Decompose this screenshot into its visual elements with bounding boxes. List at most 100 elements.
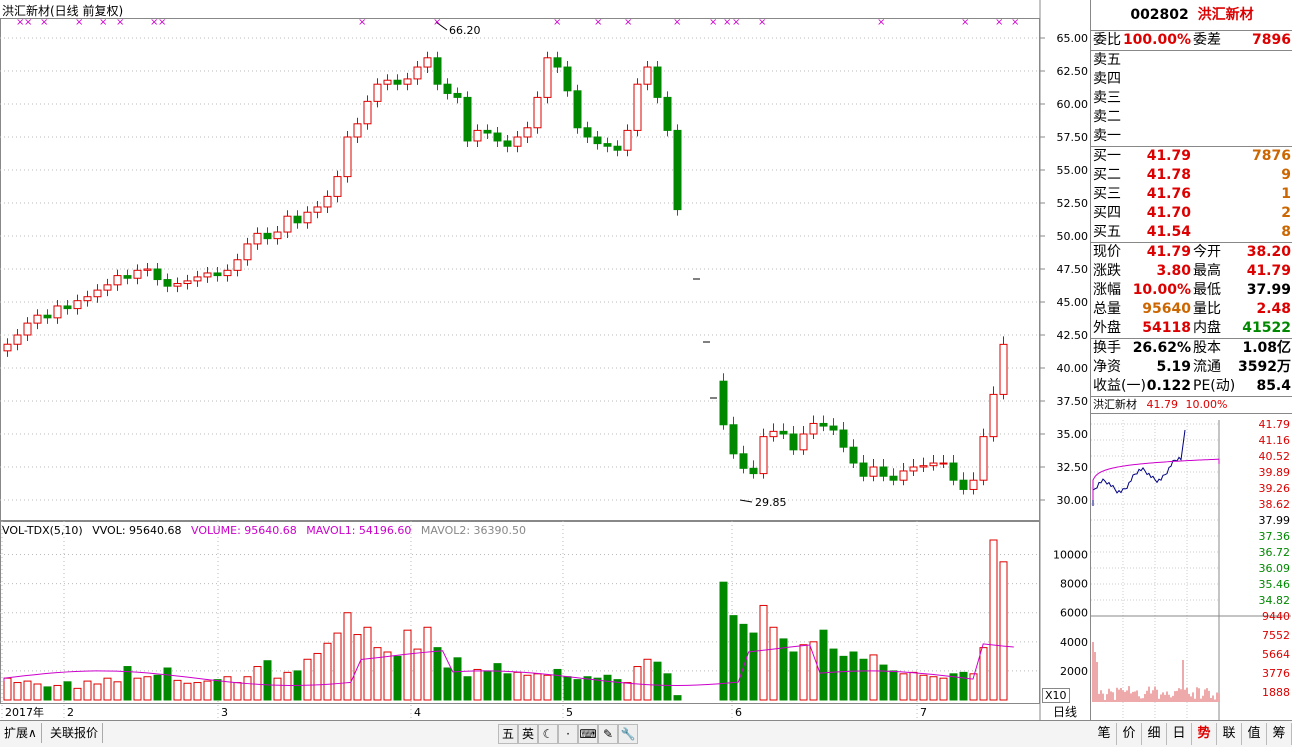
buy-level-4-value: 41.70 [1147,204,1191,223]
stock-code: 002802 [1130,7,1188,23]
stat2-row-0-label2: 股本 [1193,339,1221,358]
quote-tab-0[interactable]: 笔 [1092,723,1117,745]
stat-row-2-value2: 37.99 [1247,281,1291,300]
stat-row-3[interactable]: 总量 95640 量比 2.48 [1091,300,1292,319]
stat2-row-0-value2: 1.08亿 [1242,339,1291,358]
stat2-row-0[interactable]: 换手 26.62% 股本 1.08亿 [1091,339,1292,358]
quote-panel: 002802 洪汇新材 委比 100.00% 委差 7896 卖五 卖四 卖三 卖二卖… [1090,0,1292,746]
buy-level-3[interactable]: 买三 41.76 1 [1091,185,1292,204]
buy-level-5[interactable]: 买五 41.54 8 [1091,223,1292,242]
mini-price-tick: 36.09 [1259,562,1291,575]
time-axis-label: 5 [566,706,573,719]
mini-price-tick: 38.62 [1259,498,1291,511]
stat2-row-2[interactable]: 收益(一) 0.122 PE(动) 85.4 [1091,377,1292,396]
quote-tab-5[interactable]: 联 [1217,723,1242,745]
kline-chart-svg[interactable]: 65.00 62.50 60.00 57.50 55.00 52.50 50.00 47.50… [0,0,1090,720]
stat-row-1-label: 涨跌 [1093,262,1121,281]
sell-level-2[interactable]: 卖二 [1091,108,1292,127]
signal-marker: × [723,17,731,28]
chart-title: 洪汇新材(日线 前复权) [2,2,123,19]
volume-scale-badge[interactable]: X10 [1042,688,1070,703]
stat-row-4-label: 外盘 [1093,319,1121,338]
mini-price-tick: 35.46 [1259,578,1291,591]
sell-level-3[interactable]: 卖三 [1091,89,1292,108]
keyboard-icon[interactable]: ⌨ [578,724,598,744]
time-axis-label: 4 [414,706,421,719]
english-icon[interactable]: 英 [518,724,538,744]
period-label[interactable]: 日线 [1042,704,1088,720]
buy-level-2-label2: 9 [1281,166,1291,185]
quote-tab-7[interactable]: 筹 [1267,723,1292,745]
sell-level-3-label: 卖三 [1093,89,1121,108]
stat-row-0-label: 现价 [1093,243,1121,262]
time-axis-label: 7 [920,706,927,719]
quote-tab-2[interactable]: 细 [1142,723,1167,745]
mini-chart-name: 洪汇新材 [1093,398,1137,411]
vol-mavol2: MAVOL2: 36390.50 [421,524,526,537]
intraday-chart[interactable]: 41.79 41.16 40.52 39.89 39.26 38.62 37.99 37.36… [1091,420,1292,720]
mini-price-tick: 37.99 [1259,514,1291,527]
quote-tabs: 笔价细日势联值筹 [1090,720,1292,747]
dot-icon[interactable]: · [558,724,578,744]
volume-tick: 6000 [1060,607,1088,620]
price-tick: 65.00 [1057,32,1089,45]
signal-marker: × [594,17,602,28]
expand-tab[interactable]: 扩展∧ [0,723,42,743]
kline-chart-area[interactable]: 65.00 62.50 60.00 57.50 55.00 52.50 50.00 47.50… [0,0,1090,746]
related-quote-tab[interactable]: 关联报价 [46,723,103,743]
moon-icon[interactable]: ☾ [538,724,558,744]
sell-level-4-label: 卖四 [1093,70,1121,89]
quote-tab-1[interactable]: 价 [1117,723,1142,745]
weibi-label: 委比 [1093,31,1121,50]
stat2-row-1-label: 净资 [1093,358,1121,377]
stat2-row-1-value: 5.19 [1156,358,1191,377]
high-annotation: 66.20 [449,24,481,37]
wrench-icon[interactable]: 🔧 [618,724,638,744]
price-tick: 40.00 [1057,362,1089,375]
buy-level-5-label2: 8 [1281,223,1291,242]
time-axis-label: 2017年 [5,705,44,719]
signal-marker: × [877,17,885,28]
stock-name: 洪汇新材 [1198,7,1254,23]
signal-marker: × [1011,17,1019,28]
sell-level-5[interactable]: 卖五 [1091,51,1292,70]
buy-level-5-label: 买五 [1093,223,1121,242]
stat-row-2[interactable]: 涨幅 10.00% 最低 37.99 [1091,281,1292,300]
stat2-row-1[interactable]: 净资 5.19 流通 3592万 [1091,358,1292,377]
buy-level-4-label: 买四 [1093,204,1121,223]
buy-level-2[interactable]: 买二 41.78 9 [1091,166,1292,185]
signal-marker: × [961,17,969,28]
time-axis-label: 2 [67,706,74,719]
price-tick: 60.00 [1057,98,1089,111]
stat-row-0[interactable]: 现价 41.79 今开 38.20 [1091,243,1292,262]
quote-tab-3[interactable]: 日 [1167,723,1192,745]
mini-volume-tick: 7552 [1262,629,1290,642]
mini-price-tick: 36.72 [1259,546,1291,559]
sell-level-1[interactable]: 卖一 [1091,127,1292,146]
quote-tab-4[interactable]: 势 [1192,723,1217,745]
stat2-row-2-label: 收益(一) [1093,377,1146,396]
mini-price-tick: 41.16 [1259,434,1291,447]
vol-vvol: VVOL: 95640.68 [92,524,181,537]
mini-volume-tick: 5664 [1262,648,1290,661]
mini-price-tick: 40.52 [1259,450,1291,463]
stat-row-1[interactable]: 涨跌 3.80 最高 41.79 [1091,262,1292,281]
quote-tab-6[interactable]: 值 [1242,723,1267,745]
mini-volume-tick: 1888 [1262,686,1290,699]
pen-icon[interactable]: ✎ [598,724,618,744]
weicha-value: 7896 [1252,31,1291,50]
buy-level-1-label2: 7876 [1252,147,1291,166]
sell-level-4[interactable]: 卖四 [1091,70,1292,89]
signal-marker: × [553,17,561,28]
weibi-value: 100.00% [1123,31,1191,50]
stats-block-2: 换手 26.62% 股本 1.08亿 净资 5.19 流通 3592万 收益(一) 0.122 PE… [1091,338,1292,396]
signal-marker: × [358,17,366,28]
buy-level-4[interactable]: 买四 41.70 2 [1091,204,1292,223]
buy-level-1[interactable]: 买一 41.79 7876 [1091,147,1292,166]
price-tick: 30.00 [1057,494,1089,507]
buy-level-2-value: 41.78 [1147,166,1191,185]
stat-row-4[interactable]: 外盘 54118 内盘 41522 [1091,319,1292,338]
wubi-icon[interactable]: 五 [498,724,518,744]
price-tick: 55.00 [1057,164,1089,177]
price-tick: 32.50 [1057,461,1089,474]
